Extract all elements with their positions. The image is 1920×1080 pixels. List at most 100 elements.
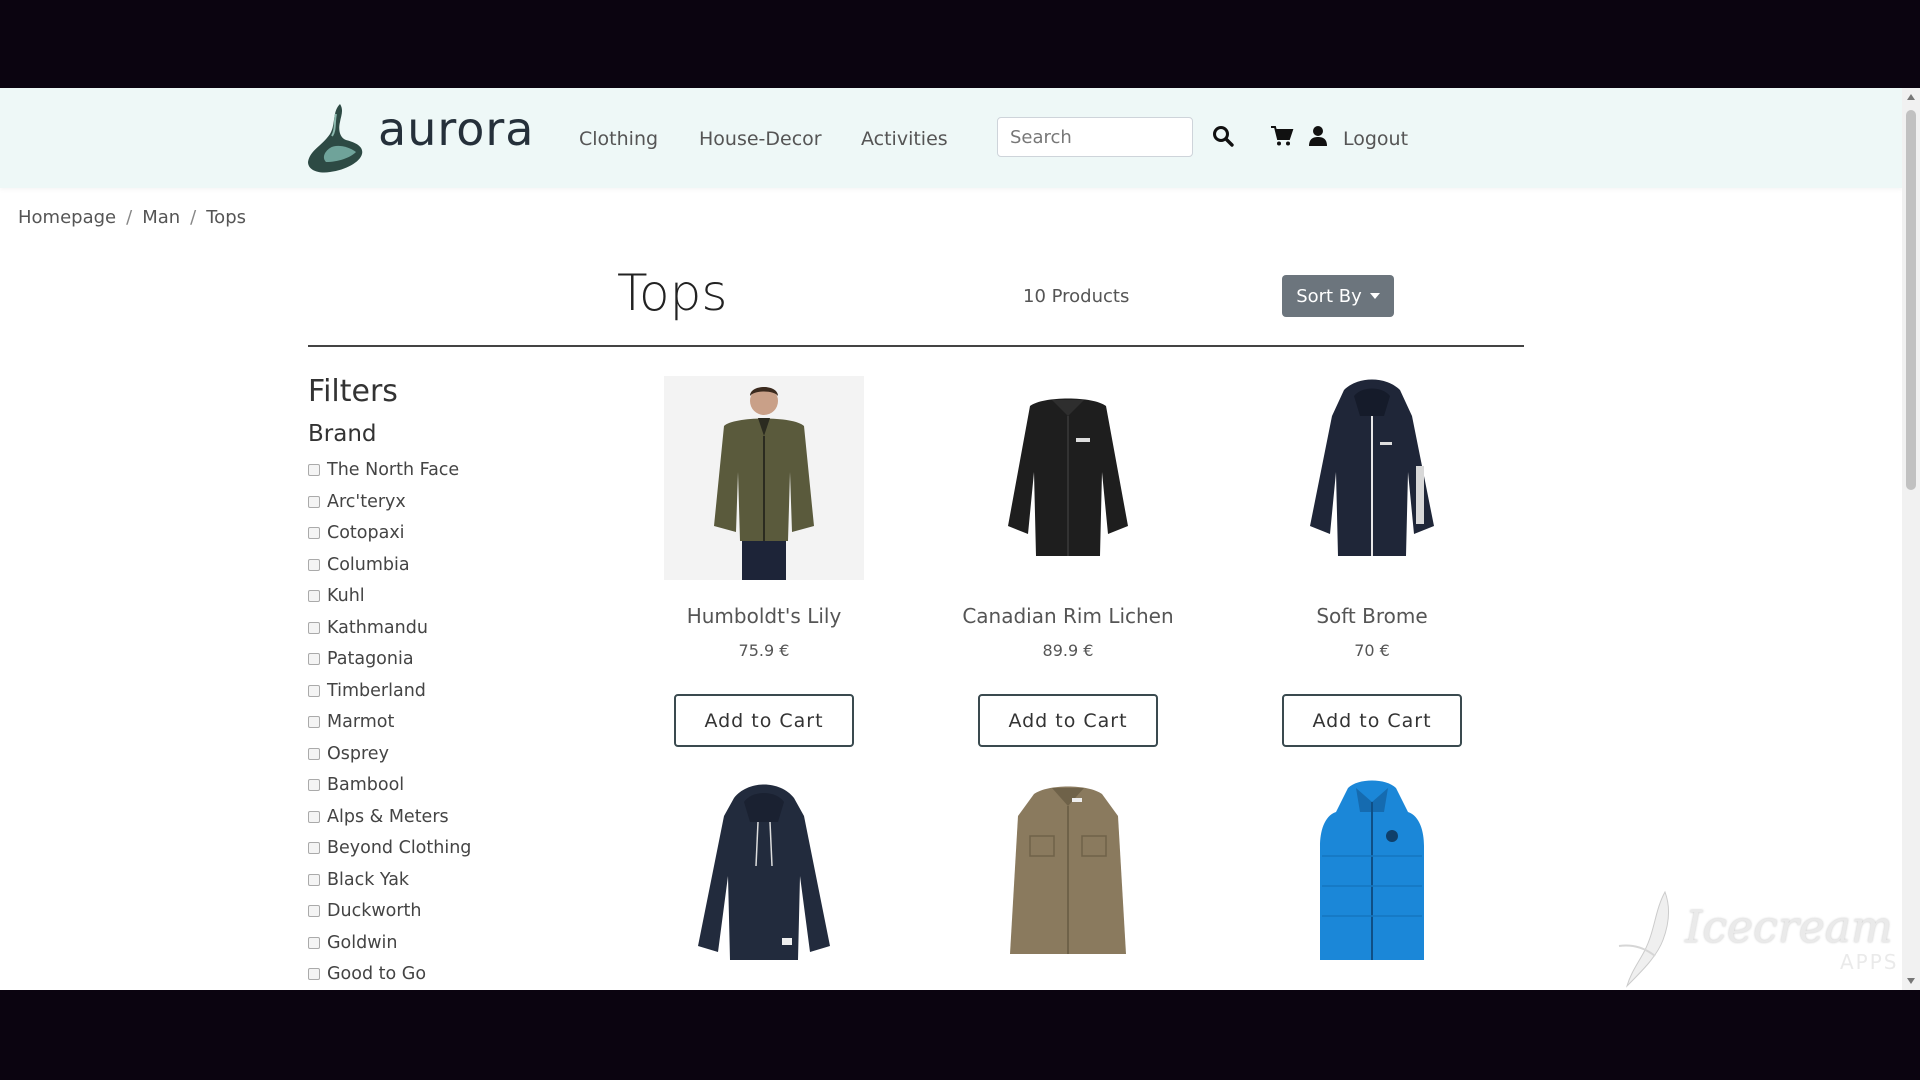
user-icon[interactable] (1306, 124, 1330, 148)
checkbox[interactable] (308, 716, 320, 728)
brand-filter-item[interactable]: The North Face (308, 460, 471, 492)
brand-label: Kuhl (327, 586, 365, 606)
product-image[interactable] (664, 776, 864, 980)
checkbox[interactable] (308, 653, 320, 665)
product-card (948, 776, 1188, 990)
product-image[interactable] (968, 776, 1168, 980)
product-image[interactable] (968, 376, 1168, 580)
brand-filter-item[interactable]: Black Yak (308, 870, 471, 902)
brand-label: Good to Go (327, 964, 427, 984)
product-price: 89.9 € (1042, 641, 1094, 660)
search-icon[interactable] (1211, 124, 1235, 148)
brand-filter-item[interactable]: Kuhl (308, 586, 471, 618)
checkbox[interactable] (308, 747, 320, 760)
brand-label: Arc'teryx (327, 491, 406, 512)
brand-label: Cotopaxi (327, 523, 405, 543)
checkbox[interactable] (308, 590, 320, 602)
brand-filter-item[interactable]: Kathmandu (308, 618, 471, 650)
watermark-text: Icecream (1685, 902, 1893, 953)
breadcrumb-separator: / (190, 207, 197, 228)
brand-filter-item[interactable]: Bambool (308, 775, 471, 807)
brand-filter-item[interactable]: Beyond Clothing (308, 838, 471, 870)
product-name[interactable]: Canadian Rim Lichen (948, 604, 1188, 628)
product-image[interactable] (1272, 776, 1472, 980)
browser-viewport: aurora Clothing House-Decor Activities L… (0, 88, 1902, 990)
watermark-subtext: APPS (1840, 950, 1899, 974)
breadcrumb-homepage[interactable]: Homepage (18, 207, 116, 228)
search-input[interactable] (997, 117, 1193, 157)
brand-label: Bambool (327, 775, 405, 795)
checkbox[interactable] (308, 842, 320, 854)
product-image[interactable] (1272, 376, 1472, 580)
scrollbar-thumb[interactable] (1906, 110, 1916, 490)
breadcrumb-separator: / (126, 207, 133, 228)
nav-clothing[interactable]: Clothing (579, 128, 658, 150)
brand-filter-item[interactable]: Cotopaxi (308, 523, 471, 555)
brand-filter-item[interactable]: Alps & Meters (308, 807, 471, 839)
product-image[interactable] (664, 376, 864, 580)
brand-filter-item[interactable]: Timberland (308, 681, 471, 713)
product-price: 75.9 € (738, 641, 790, 660)
brand-label: Marmot (327, 712, 395, 732)
watermark-logo-icon (1618, 890, 1670, 988)
checkbox[interactable] (308, 495, 320, 508)
brand-filter-item[interactable]: Columbia (308, 555, 471, 587)
add-to-cart-button[interactable]: Add to Cart (674, 694, 854, 747)
breadcrumb-man[interactable]: Man (142, 207, 180, 228)
logout-link[interactable]: Logout (1343, 128, 1408, 150)
checkbox[interactable] (308, 684, 320, 697)
brand-label: The North Face (327, 460, 460, 480)
checkbox[interactable] (308, 527, 320, 539)
checkbox[interactable] (308, 873, 320, 886)
brand-label: Black Yak (327, 869, 410, 890)
brand-filter-item[interactable]: Goldwin (308, 933, 471, 965)
brand-name[interactable]: aurora (378, 102, 535, 156)
page-title: Tops (617, 264, 728, 322)
brand-label: Timberland (327, 680, 426, 701)
checkbox[interactable] (308, 779, 320, 791)
checkbox[interactable] (308, 464, 320, 476)
brand-label: Patagonia (327, 649, 414, 669)
checkbox[interactable] (308, 936, 320, 949)
brand-filter-item[interactable]: Marmot (308, 712, 471, 744)
product-name[interactable]: Humboldt's Lily (644, 604, 884, 628)
product-card: Humboldt's Lily 75.9 € Add to Cart (644, 376, 884, 756)
brand-label: Duckworth (327, 901, 422, 921)
product-count: 10 Products (1023, 286, 1130, 307)
aurora-logo-icon[interactable] (306, 102, 366, 174)
vertical-scrollbar[interactable] (1902, 88, 1920, 990)
divider (308, 345, 1524, 347)
product-name[interactable]: Soft Brome (1252, 604, 1492, 628)
brand-label: Columbia (327, 554, 410, 575)
filters-heading: Filters (308, 374, 398, 409)
product-price: 70 € (1354, 641, 1390, 660)
product-card (1252, 776, 1492, 990)
product-card: Canadian Rim Lichen 89.9 € Add to Cart (948, 376, 1188, 756)
brand-filter-item[interactable]: Arc'teryx (308, 492, 471, 524)
checkbox[interactable] (308, 968, 320, 980)
checkbox[interactable] (308, 810, 320, 823)
brand-filter-item[interactable]: Good to Go (308, 964, 471, 990)
checkbox[interactable] (308, 905, 320, 917)
product-card (644, 776, 884, 990)
brand-label: Goldwin (327, 932, 398, 953)
site-header: aurora Clothing House-Decor Activities L… (0, 88, 1902, 188)
add-to-cart-button[interactable]: Add to Cart (1282, 694, 1462, 747)
brand-filter-item[interactable]: Duckworth (308, 901, 471, 933)
nav-house-decor[interactable]: House-Decor (699, 128, 822, 150)
cart-icon[interactable] (1270, 124, 1294, 148)
checkbox[interactable] (308, 621, 320, 634)
brand-filter-item[interactable]: Osprey (308, 744, 471, 776)
breadcrumb-tops: Tops (206, 207, 247, 228)
brand-filter-item[interactable]: Patagonia (308, 649, 471, 681)
scroll-up-arrow-icon[interactable] (1907, 94, 1915, 100)
sort-by-label: Sort By (1296, 285, 1362, 307)
video-top-bar (0, 0, 1920, 88)
video-bottom-bar (0, 990, 1920, 1080)
brand-label: Alps & Meters (327, 806, 449, 827)
brand-heading: Brand (308, 421, 377, 447)
add-to-cart-button[interactable]: Add to Cart (978, 694, 1158, 747)
checkbox[interactable] (308, 558, 320, 571)
nav-activities[interactable]: Activities (861, 128, 948, 150)
sort-by-button[interactable]: Sort By (1282, 275, 1394, 317)
